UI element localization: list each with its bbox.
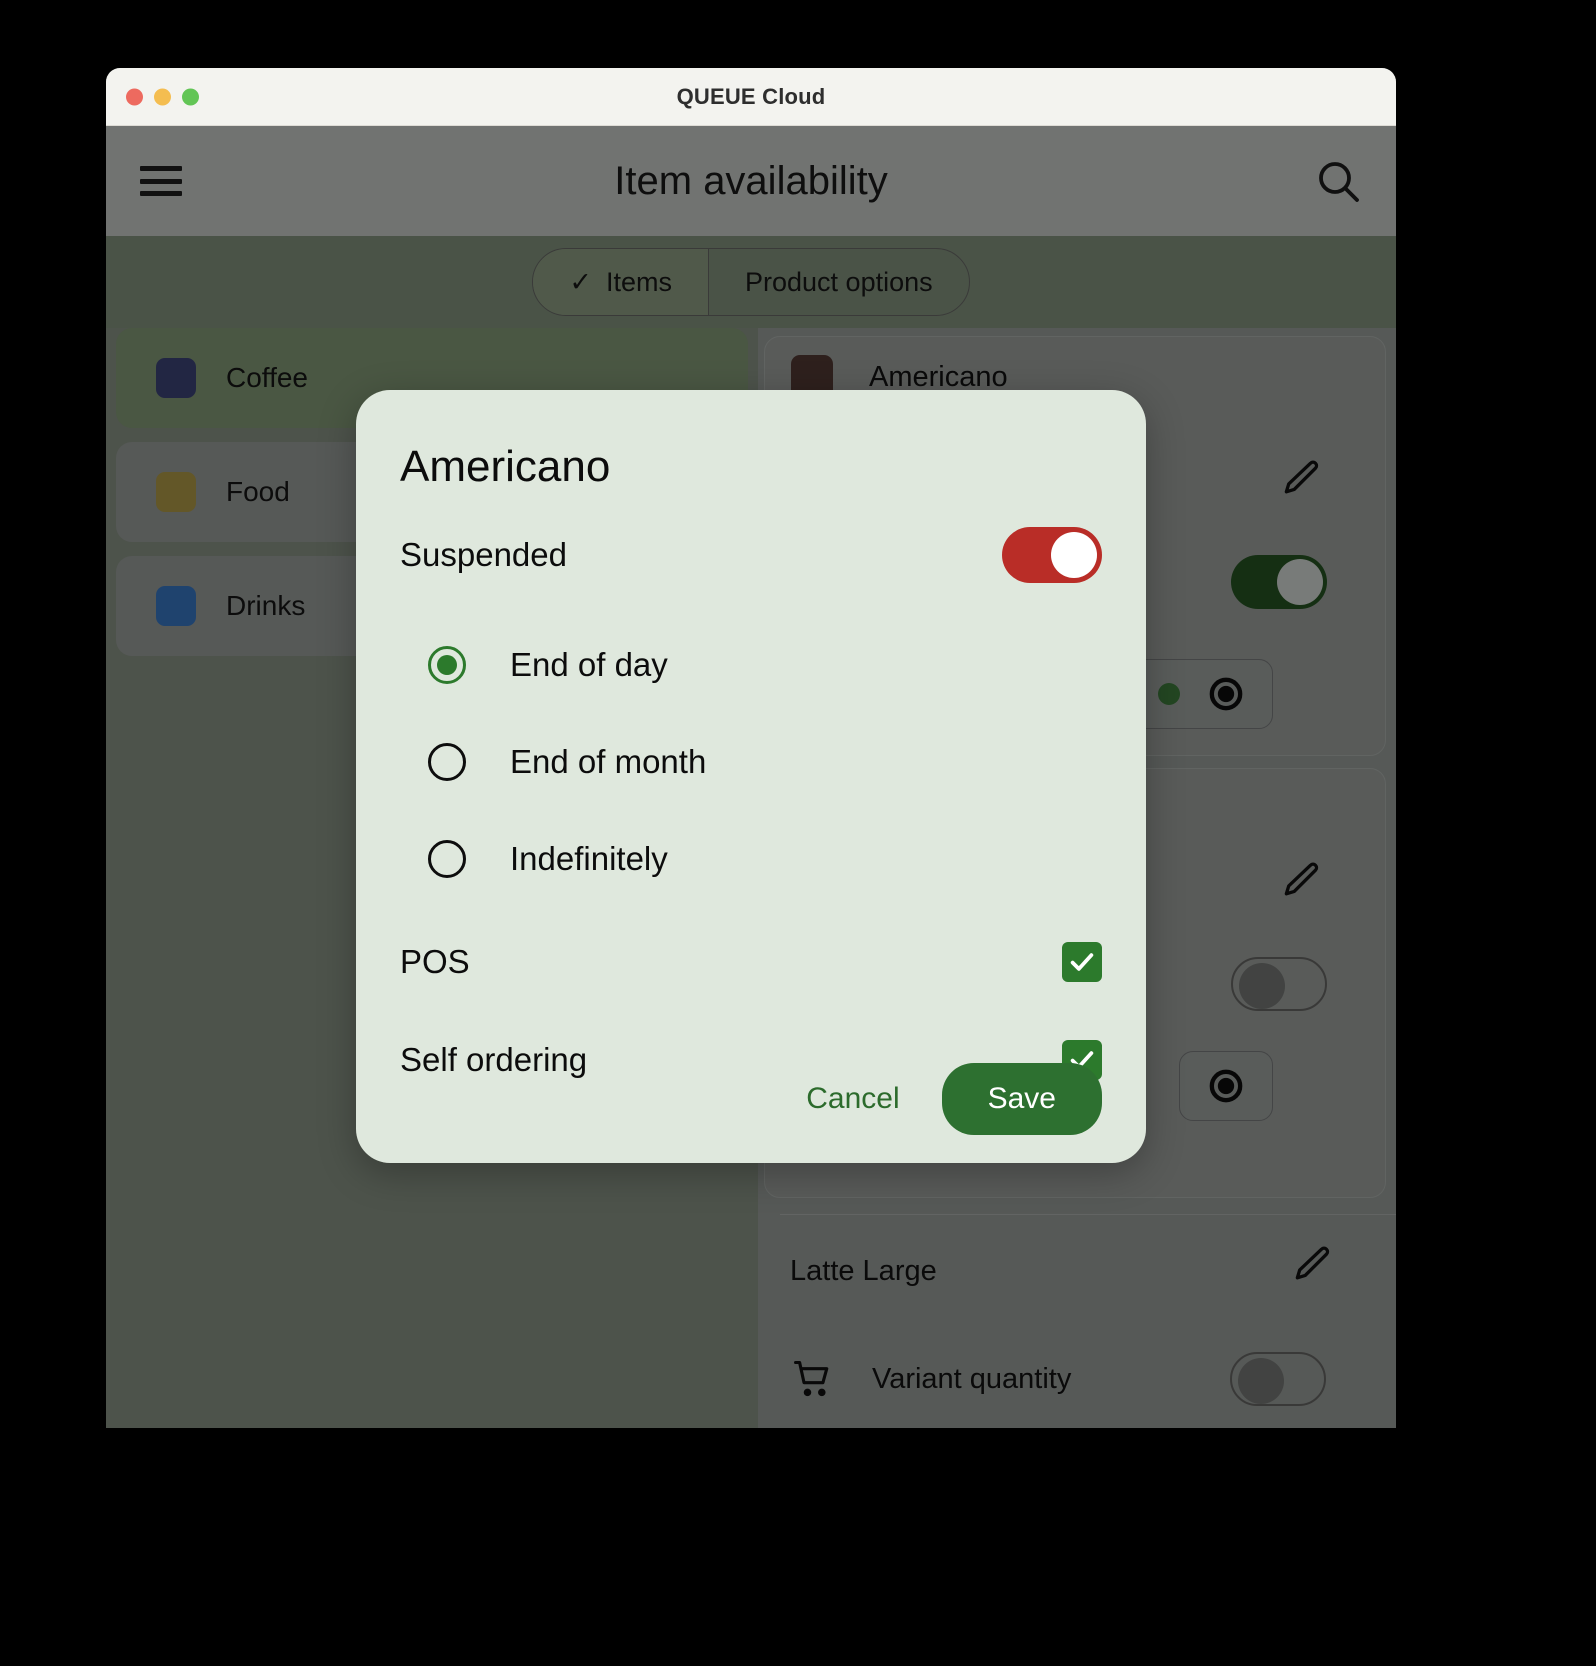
radio-icon[interactable] — [428, 839, 466, 878]
shopping-cart-icon — [790, 1357, 836, 1401]
status-chip[interactable] — [1131, 659, 1273, 729]
radio-icon[interactable] — [428, 742, 466, 781]
window-title: QUEUE Cloud — [676, 83, 826, 109]
pencil-icon[interactable] — [1279, 859, 1323, 903]
duration-radio-group[interactable]: End of day End of month Indefinitely — [428, 616, 1102, 907]
list-item[interactable]: Latte Large Variant quantity — [764, 1237, 1386, 1428]
close-button[interactable] — [126, 88, 143, 105]
radio-option-end-of-day[interactable]: End of day — [428, 616, 1102, 713]
color-swatch-icon — [156, 358, 196, 398]
target-icon — [1206, 1066, 1246, 1106]
window-controls[interactable] — [126, 88, 199, 105]
item-availability-toggle[interactable] — [1231, 555, 1327, 609]
window-titlebar: QUEUE Cloud — [106, 68, 1396, 126]
variant-quantity-label: Variant quantity — [872, 1362, 1072, 1395]
target-icon — [1206, 674, 1246, 714]
radio-icon[interactable] — [428, 645, 466, 684]
item-header: Latte Large — [790, 1255, 1360, 1288]
item-availability-toggle[interactable] — [1231, 957, 1327, 1011]
status-dot-icon — [1158, 683, 1180, 705]
radio-label: Indefinitely — [510, 839, 668, 877]
channel-label: Self ordering — [400, 1041, 588, 1078]
suspend-item-dialog: Americano Suspended End of day End of mo… — [356, 390, 1146, 1163]
channel-row-pos[interactable]: POS — [400, 913, 1102, 1011]
cancel-button[interactable]: Cancel — [800, 1072, 905, 1126]
variant-quantity-row[interactable]: Variant quantity — [790, 1352, 1360, 1406]
radio-label: End of day — [510, 645, 668, 683]
color-swatch-icon — [156, 586, 196, 626]
page-title: Item availability — [614, 158, 888, 203]
tab-items-label: Items — [605, 266, 672, 297]
radio-label: End of month — [510, 742, 707, 780]
pencil-icon[interactable] — [1279, 457, 1323, 501]
dialog-actions: Cancel Save — [800, 1063, 1102, 1135]
dialog-title: Americano — [400, 442, 611, 491]
radio-option-end-of-month[interactable]: End of month — [428, 713, 1102, 810]
tab-product-options[interactable]: Product options — [708, 249, 969, 315]
hamburger-icon[interactable] — [140, 166, 182, 196]
tab-product-options-label: Product options — [745, 266, 933, 297]
tab-items[interactable]: ✓ Items — [533, 249, 708, 315]
status-chip[interactable] — [1179, 1051, 1273, 1121]
minimize-button[interactable] — [154, 88, 171, 105]
item-name: Latte Large — [790, 1255, 937, 1287]
segmented-control[interactable]: ✓ Items Product options — [532, 248, 970, 316]
sidebar-item-label: Coffee — [226, 362, 308, 393]
channel-label: POS — [400, 943, 470, 980]
tab-bar: ✓ Items Product options — [106, 236, 1396, 328]
color-swatch-icon — [156, 472, 196, 512]
sidebar-item-label: Food — [226, 476, 290, 507]
search-icon[interactable] — [1314, 157, 1362, 205]
item-name: Americano — [869, 360, 1008, 393]
suspended-label: Suspended — [400, 536, 567, 573]
suspended-row[interactable]: Suspended — [400, 518, 1102, 592]
sidebar-item-label: Drinks — [226, 590, 306, 621]
list-divider — [780, 1214, 1396, 1215]
app-bar: Item availability — [106, 126, 1396, 236]
pos-checkbox[interactable] — [1062, 942, 1102, 982]
pencil-icon[interactable] — [1290, 1243, 1334, 1287]
save-button[interactable]: Save — [941, 1063, 1102, 1135]
suspended-toggle[interactable] — [1002, 527, 1102, 583]
radio-option-indefinitely[interactable]: Indefinitely — [428, 810, 1102, 907]
variant-quantity-toggle[interactable] — [1230, 1352, 1326, 1406]
maximize-button[interactable] — [182, 88, 199, 105]
check-icon: ✓ — [569, 266, 592, 297]
